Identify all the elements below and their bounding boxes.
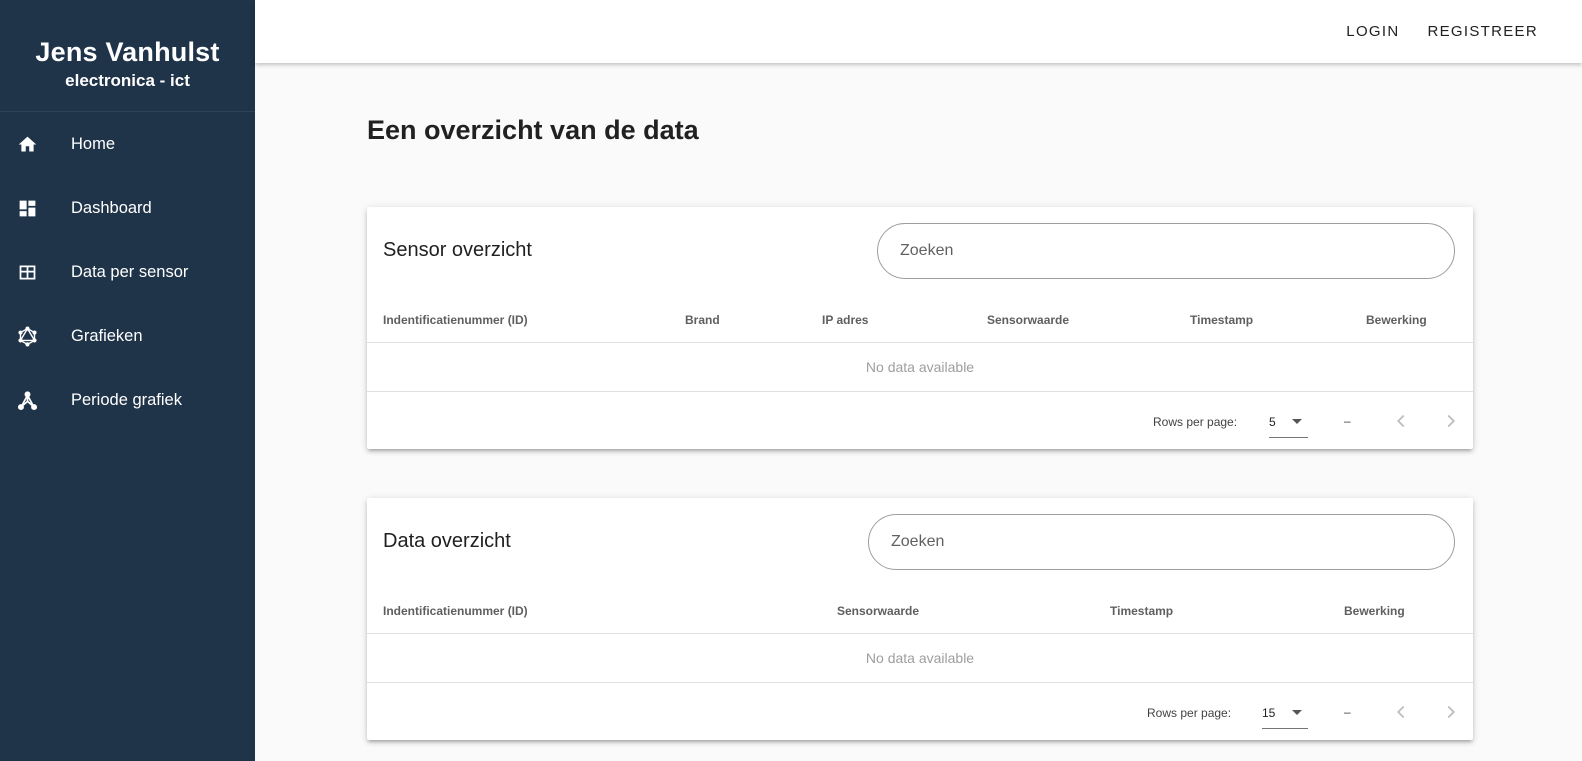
sidebar-item-label: Periode grafiek bbox=[71, 390, 182, 409]
rows-per-page-select[interactable]: 15 bbox=[1262, 697, 1308, 729]
rows-per-page-label: Rows per page: bbox=[1153, 415, 1238, 429]
sidebar-item-label: Dashboard bbox=[71, 198, 152, 217]
card-title: Data overzicht bbox=[383, 530, 511, 552]
previous-page-button[interactable] bbox=[1389, 700, 1413, 724]
hub-icon bbox=[0, 390, 71, 411]
sidebar-item-label: Data per sensor bbox=[71, 262, 189, 281]
rows-per-page-label: Rows per page: bbox=[1147, 706, 1232, 720]
rows-per-page-select[interactable]: 5 bbox=[1269, 406, 1308, 438]
sidebar-item-grafieken[interactable]: Grafieken bbox=[0, 304, 255, 368]
column-header-brand[interactable]: Brand bbox=[685, 313, 720, 327]
page-range-text: – bbox=[1344, 705, 1351, 719]
table-icon bbox=[0, 262, 71, 283]
chevron-right-icon bbox=[1447, 705, 1456, 719]
card-header: Data overzicht bbox=[367, 498, 1473, 586]
top-app-bar: LOGIN REGISTREER bbox=[255, 0, 1582, 63]
search-field bbox=[868, 514, 1455, 570]
search-input[interactable] bbox=[900, 242, 1432, 260]
sidebar-item-home[interactable]: Home bbox=[0, 112, 255, 176]
sidebar: Jens Vanhulst electronica - ict Home Das… bbox=[0, 0, 255, 761]
table-header: Indentificatienummer (ID) Sensorwaarde T… bbox=[367, 586, 1473, 634]
sensor-overview-card: Sensor overzicht Indentificatienummer (I… bbox=[367, 207, 1473, 449]
next-page-button[interactable] bbox=[1439, 700, 1463, 724]
data-overview-card: Data overzicht Indentificatienummer (ID)… bbox=[367, 498, 1473, 740]
empty-state-row: No data available bbox=[367, 343, 1473, 392]
search-field bbox=[877, 223, 1455, 279]
login-button[interactable]: LOGIN bbox=[1332, 23, 1413, 40]
sidebar-nav: Home Dashboard Data per sensor Grafieken… bbox=[0, 112, 255, 432]
brand: Jens Vanhulst electronica - ict bbox=[0, 0, 255, 112]
column-header-sensor-value[interactable]: Sensorwaarde bbox=[987, 313, 1069, 327]
page-range-text: – bbox=[1344, 414, 1351, 428]
graphql-icon bbox=[0, 326, 71, 347]
column-header-id[interactable]: Indentificatienummer (ID) bbox=[383, 313, 528, 327]
empty-state-row: No data available bbox=[367, 634, 1473, 683]
table-footer: Rows per page: 15 – bbox=[367, 683, 1473, 741]
sidebar-item-dashboard[interactable]: Dashboard bbox=[0, 176, 255, 240]
previous-page-button[interactable] bbox=[1389, 409, 1413, 433]
column-header-timestamp[interactable]: Timestamp bbox=[1110, 604, 1173, 618]
caret-down-icon bbox=[1292, 419, 1302, 424]
column-header-sensor-value[interactable]: Sensorwaarde bbox=[837, 604, 919, 618]
card-title: Sensor overzicht bbox=[383, 239, 532, 261]
main-content: Een overzicht van de data Sensor overzic… bbox=[255, 63, 1582, 761]
sidebar-item-label: Home bbox=[71, 134, 116, 153]
column-header-timestamp[interactable]: Timestamp bbox=[1190, 313, 1253, 327]
sidebar-item-periode-grafiek[interactable]: Periode grafiek bbox=[0, 368, 255, 432]
rows-per-page-value: 15 bbox=[1262, 705, 1276, 720]
rows-per-page-value: 5 bbox=[1269, 414, 1276, 429]
sidebar-item-label: Grafieken bbox=[71, 326, 143, 345]
chevron-left-icon bbox=[1396, 705, 1405, 719]
search-input[interactable] bbox=[891, 533, 1432, 551]
caret-down-icon bbox=[1292, 710, 1302, 715]
column-header-id[interactable]: Indentificatienummer (ID) bbox=[383, 604, 528, 618]
column-header-actions[interactable]: Bewerking bbox=[1344, 604, 1405, 618]
next-page-button[interactable] bbox=[1439, 409, 1463, 433]
table-footer: Rows per page: 5 – bbox=[367, 392, 1473, 450]
home-icon bbox=[0, 134, 71, 155]
brand-name: Jens Vanhulst bbox=[35, 37, 220, 67]
card-header: Sensor overzicht bbox=[367, 207, 1473, 295]
chevron-left-icon bbox=[1396, 414, 1405, 428]
column-header-actions[interactable]: Bewerking bbox=[1366, 313, 1427, 327]
dashboard-icon bbox=[0, 198, 71, 219]
column-header-ip-address[interactable]: IP adres bbox=[822, 313, 868, 327]
sidebar-item-data-per-sensor[interactable]: Data per sensor bbox=[0, 240, 255, 304]
table-header: Indentificatienummer (ID) Brand IP adres… bbox=[367, 295, 1473, 343]
brand-subtitle: electronica - ict bbox=[65, 71, 190, 90]
chevron-right-icon bbox=[1447, 414, 1456, 428]
page-title: Een overzicht van de data bbox=[367, 115, 699, 145]
register-button[interactable]: REGISTREER bbox=[1413, 23, 1552, 40]
